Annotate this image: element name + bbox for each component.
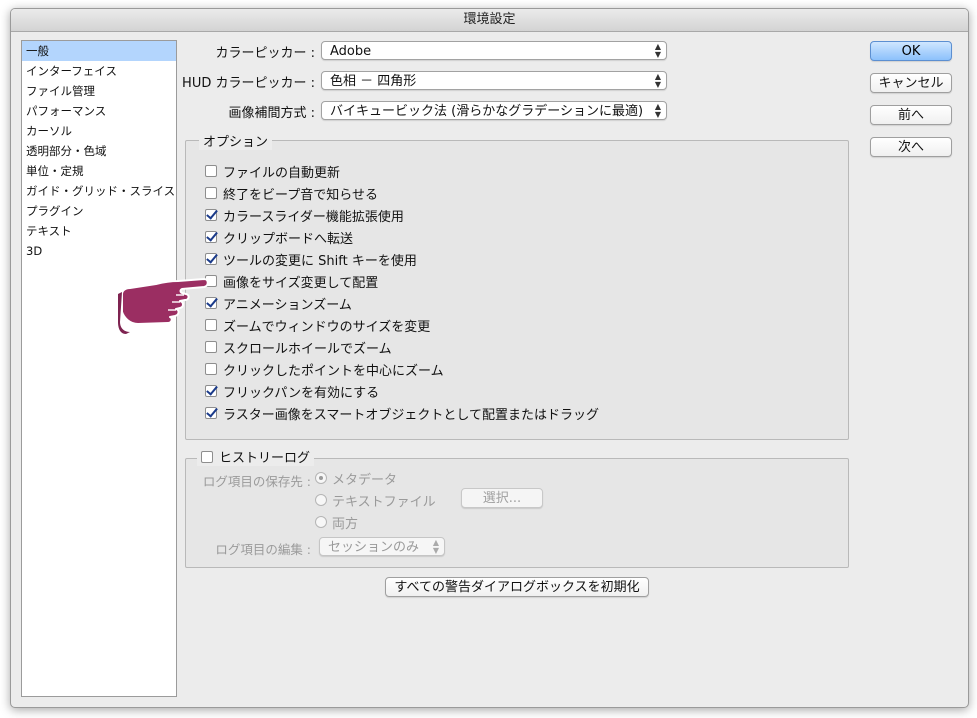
option-label: ラスター画像をスマートオブジェクトとして配置またはドラッグ xyxy=(223,407,599,423)
option-label: ズームでウィンドウのサイズを変更 xyxy=(223,319,431,335)
history-log-legend[interactable]: ヒストリーログ xyxy=(197,447,315,466)
log-save-label: ログ項目の保存先 : xyxy=(202,474,311,489)
option-flick-panning[interactable]: フリックパンを有効にする xyxy=(205,381,379,401)
sidebar-item-transparency-gamut[interactable]: 透明部分・色域 xyxy=(22,141,176,161)
option-shift-tool-switch[interactable]: ツールの変更に Shift キーを使用 xyxy=(205,249,417,269)
sidebar-item-units-rulers[interactable]: 単位・定規 xyxy=(22,161,176,181)
option-label: 終了をビープ音で知らせる xyxy=(223,187,378,203)
ok-button[interactable]: OK xyxy=(870,41,952,61)
option-export-clipboard[interactable]: クリップボードへ転送 xyxy=(205,227,353,247)
radio-label: テキストファイル xyxy=(332,494,436,510)
option-place-as-smart-objects[interactable]: ラスター画像をスマートオブジェクトとして配置またはドラッグ xyxy=(205,403,599,423)
color-picker-label: カラーピッカー : xyxy=(215,46,315,61)
choose-button[interactable]: 選択... xyxy=(461,488,543,508)
category-sidebar: 一般 インターフェイス ファイル管理 パフォーマンス カーソル 透明部分・色域 … xyxy=(21,40,177,697)
checkbox[interactable] xyxy=(205,165,217,177)
next-button[interactable]: 次へ xyxy=(870,137,952,157)
color-picker-select[interactable]: Adobe ▲ ▼ xyxy=(321,41,667,60)
hud-color-picker-label: HUD カラーピッカー : xyxy=(182,76,315,91)
window-title: 環境設定 xyxy=(11,9,968,32)
prev-button[interactable]: 前へ xyxy=(870,105,952,125)
option-beep-when-done[interactable]: 終了をビープ音で知らせる xyxy=(205,183,378,203)
hud-color-picker-value: 色相 － 四角形 xyxy=(330,74,417,89)
option-animated-zoom[interactable]: アニメーションズーム xyxy=(205,293,352,313)
radio-metadata[interactable]: メタデータ xyxy=(315,468,397,488)
radio-button[interactable] xyxy=(315,472,327,484)
option-label: ファイルの自動更新 xyxy=(223,165,341,181)
sidebar-item-file-handling[interactable]: ファイル管理 xyxy=(22,81,176,101)
option-label: スクロールホイールでズーム xyxy=(223,341,392,357)
checkbox[interactable] xyxy=(205,363,217,375)
options-legend: オプション xyxy=(199,131,273,150)
interpolation-value: バイキュービック法 (滑らかなグラデーションに最適) xyxy=(330,104,644,119)
radio-label: メタデータ xyxy=(332,472,398,488)
radio-button[interactable] xyxy=(315,516,327,528)
sidebar-item-cursors[interactable]: カーソル xyxy=(22,121,176,141)
log-edit-label: ログ項目の編集 : xyxy=(215,542,311,557)
sidebar-item-type[interactable]: テキスト xyxy=(22,221,176,241)
checkbox[interactable] xyxy=(205,209,217,221)
option-dynamic-color-sliders[interactable]: カラースライダー機能拡張使用 xyxy=(205,205,404,225)
radio-text-file[interactable]: テキストファイル xyxy=(315,490,436,510)
radio-button[interactable] xyxy=(315,494,327,506)
log-edit-value: セッションのみ xyxy=(328,540,420,555)
updown-arrows-icon: ▲ ▼ xyxy=(654,71,661,89)
sidebar-item-guides-grid-slices[interactable]: ガイド・グリッド・スライス xyxy=(22,181,176,201)
option-zoom-clicked-point[interactable]: クリックしたポイントを中心にズーム xyxy=(205,359,444,379)
option-label: クリップボードへ転送 xyxy=(223,231,354,247)
interpolation-select[interactable]: バイキュービック法 (滑らかなグラデーションに最適) ▲ ▼ xyxy=(321,101,667,120)
checkbox[interactable] xyxy=(205,385,217,397)
option-auto-update-files[interactable]: ファイルの自動更新 xyxy=(205,161,340,181)
option-label: 画像をサイズ変更して配置 xyxy=(223,275,379,291)
history-log-checkbox[interactable] xyxy=(201,450,213,463)
checkbox[interactable] xyxy=(205,187,217,199)
pointing-hand-icon xyxy=(118,278,209,334)
sidebar-item-3d[interactable]: 3D xyxy=(22,241,176,261)
sidebar-item-performance[interactable]: パフォーマンス xyxy=(22,101,176,121)
preferences-window: 環境設定 一般 インターフェイス ファイル管理 パフォーマンス カーソル 透明部… xyxy=(10,8,969,708)
option-zoom-resizes-windows[interactable]: ズームでウィンドウのサイズを変更 xyxy=(205,315,430,335)
radio-both[interactable]: 両方 xyxy=(315,512,358,532)
sidebar-item-interface[interactable]: インターフェイス xyxy=(22,61,176,81)
updown-arrows-icon: ▲ ▼ xyxy=(654,41,661,59)
cancel-button[interactable]: キャンセル xyxy=(870,73,952,93)
color-picker-value: Adobe xyxy=(330,44,372,59)
checkbox[interactable] xyxy=(205,253,217,265)
history-log-label: ヒストリーログ xyxy=(219,451,311,466)
option-zoom-scroll-wheel[interactable]: スクロールホイールでズーム xyxy=(205,337,392,357)
sidebar-item-general[interactable]: 一般 xyxy=(22,41,176,61)
checkbox[interactable] xyxy=(205,341,217,353)
interpolation-label: 画像補間方式 : xyxy=(228,106,315,121)
checkbox[interactable] xyxy=(205,407,217,419)
reset-warnings-button[interactable]: すべての警告ダイアログボックスを初期化 xyxy=(385,577,649,597)
option-label: カラースライダー機能拡張使用 xyxy=(223,209,404,225)
sidebar-item-plugins[interactable]: プラグイン xyxy=(22,201,176,221)
option-label: ツールの変更に Shift キーを使用 xyxy=(223,253,417,269)
updown-arrows-icon: ▲ ▼ xyxy=(432,537,439,555)
option-label: アニメーションズーム xyxy=(223,297,352,313)
hud-color-picker-select[interactable]: 色相 － 四角形 ▲ ▼ xyxy=(321,71,667,90)
updown-arrows-icon: ▲ ▼ xyxy=(654,101,661,119)
checkbox[interactable] xyxy=(205,231,217,243)
radio-label: 両方 xyxy=(332,516,359,532)
log-edit-select[interactable]: セッションのみ ▲ ▼ xyxy=(319,537,445,556)
option-resize-image-during-place[interactable]: 画像をサイズ変更して配置 xyxy=(205,271,378,291)
option-label: フリックパンを有効にする xyxy=(223,385,380,401)
option-label: クリックしたポイントを中心にズーム xyxy=(223,363,444,379)
